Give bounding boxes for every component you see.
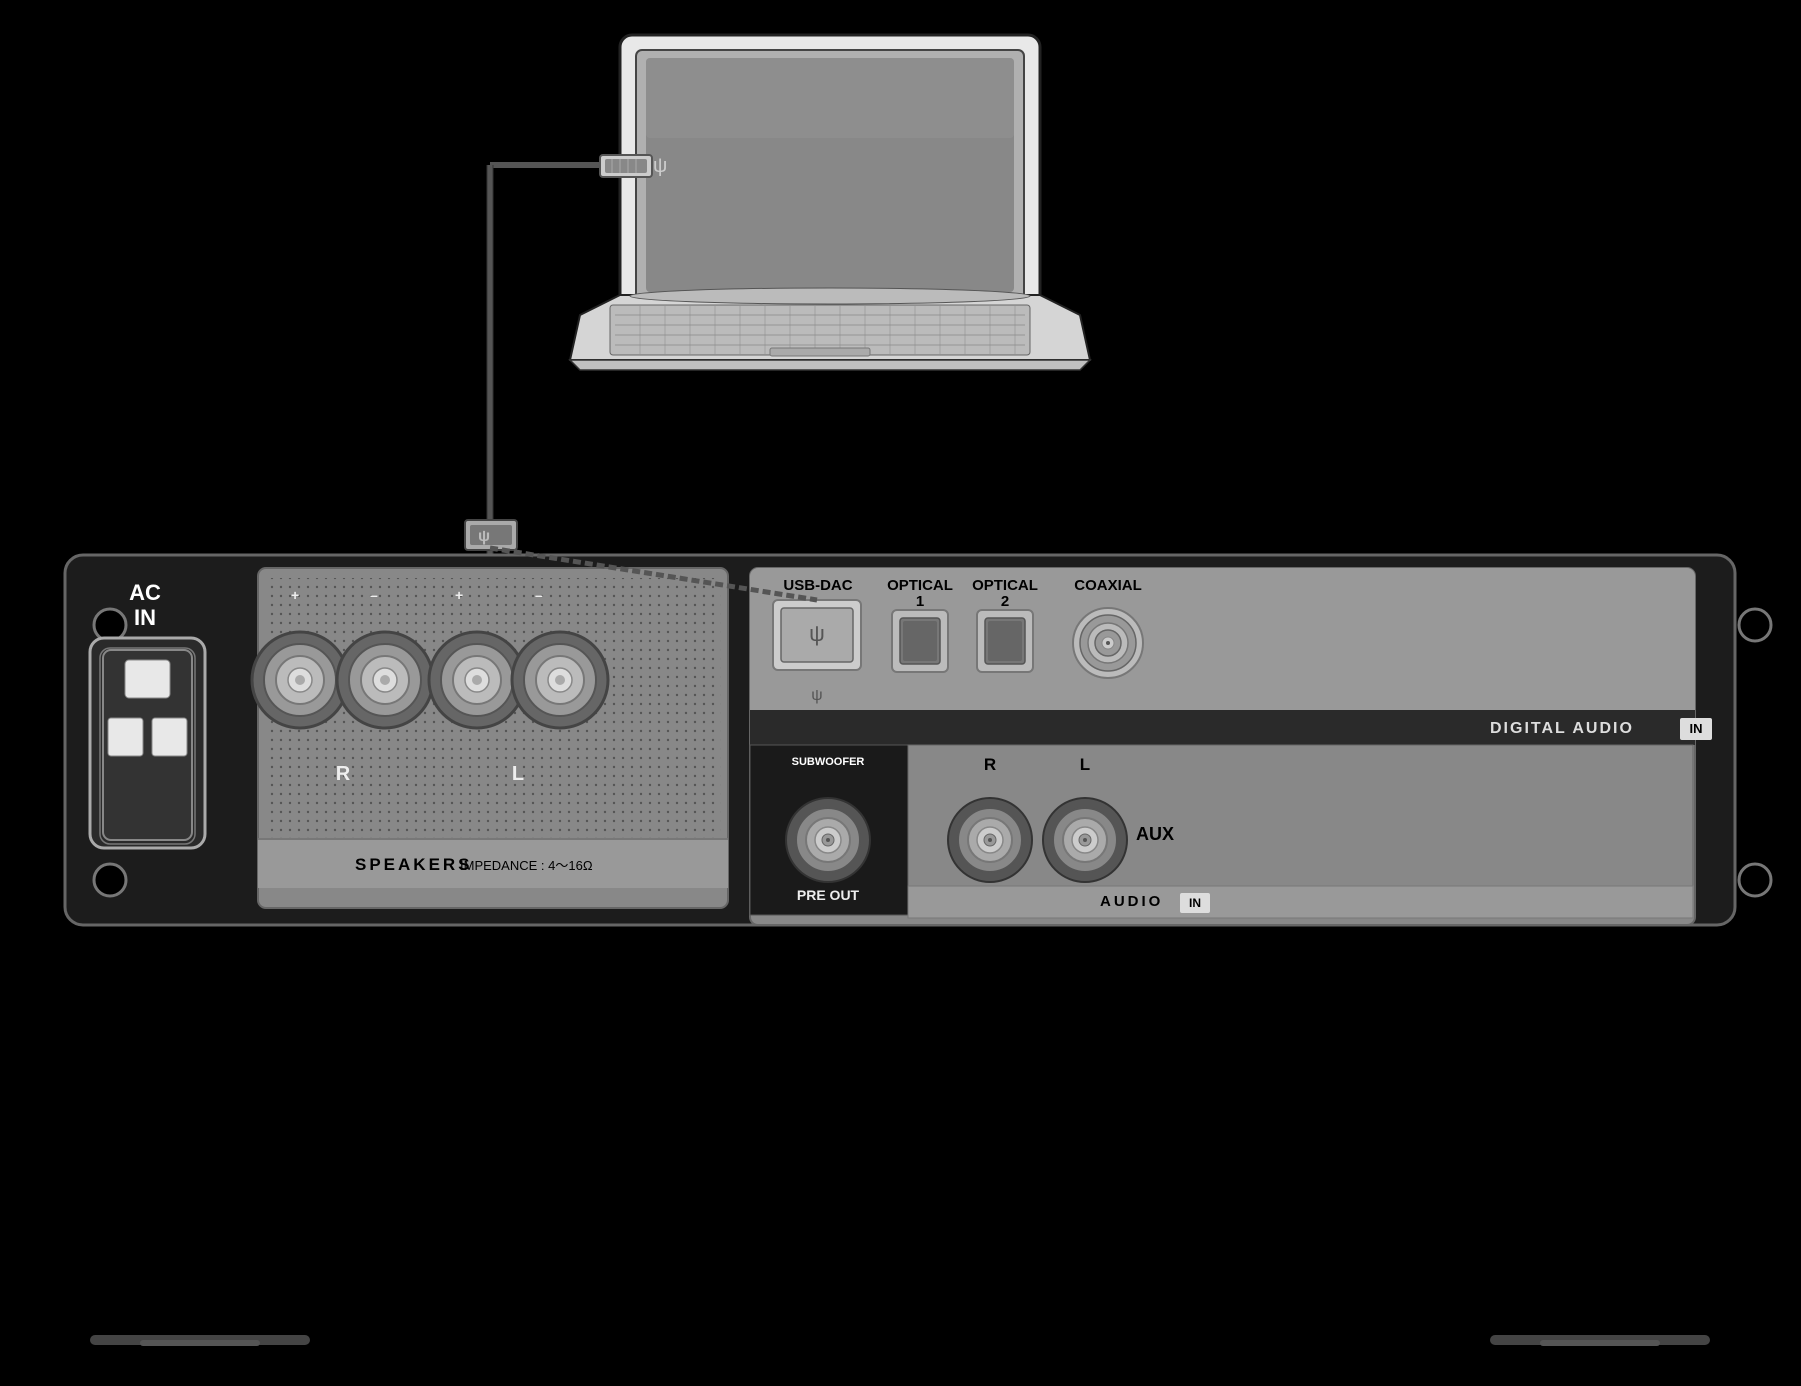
ac-in-label: AC <box>129 580 161 605</box>
digital-audio-section: DIGITAL AUDIO IN USB-DAC ψ ψ OPTICAL 1 O… <box>750 568 1712 925</box>
spk-r-label: R <box>336 763 351 785</box>
digital-in-badge: IN <box>1690 721 1703 736</box>
svg-text:2: 2 <box>1001 593 1009 610</box>
svg-text:ψ: ψ <box>478 528 490 545</box>
usb-plug-laptop: ψ <box>600 155 667 177</box>
coaxial-label: COAXIAL <box>1074 577 1142 594</box>
amplifier-panel: AC IN <box>65 548 1771 925</box>
audio-label: AUDIO <box>1100 893 1163 910</box>
optical1-label: OPTICAL <box>887 577 953 594</box>
digital-audio-label: DIGITAL AUDIO <box>1490 720 1634 737</box>
svg-text:1: 1 <box>916 593 924 610</box>
spk-l-label: L <box>512 763 524 785</box>
speakers-label: SPEAKERS <box>355 855 473 874</box>
svg-text:ψ: ψ <box>811 687 822 704</box>
pre-out-label: PRE OUT <box>797 887 860 903</box>
laptop-illustration <box>570 35 1090 370</box>
spk-l-minus: – <box>535 587 543 603</box>
audio-r-label: R <box>984 755 996 774</box>
subwoofer-label: SUBWOOFER <box>792 756 865 768</box>
speakers-section: + – + – <box>252 568 728 908</box>
spk-r-plus: + <box>291 587 299 603</box>
usb-dac-label: USB-DAC <box>783 577 852 594</box>
svg-text:ψ: ψ <box>809 621 825 646</box>
impedance-label: IMPEDANCE : 4～16Ω <box>460 858 593 873</box>
ac-in-label2: IN <box>134 605 156 630</box>
aux-label: AUX <box>1136 824 1174 844</box>
audio-l-label: L <box>1080 755 1090 774</box>
svg-text:ψ: ψ <box>653 155 667 177</box>
audio-in-badge: IN <box>1189 896 1201 910</box>
optical2-label: OPTICAL <box>972 577 1038 594</box>
spk-r-minus: – <box>370 587 378 603</box>
spk-l-plus: + <box>455 587 463 603</box>
